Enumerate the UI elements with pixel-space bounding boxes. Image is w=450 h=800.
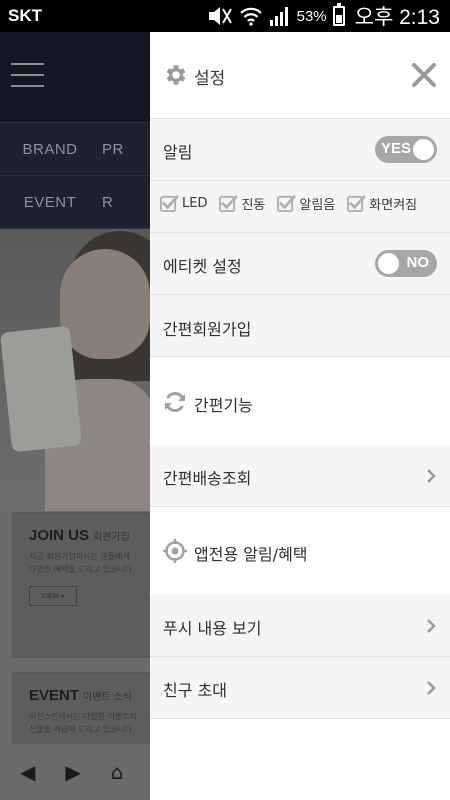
signup-row[interactable]: 간편회원가입 bbox=[150, 295, 450, 357]
delivery-row[interactable]: 간편배송조회 bbox=[150, 445, 450, 507]
nav-pr[interactable]: PR bbox=[100, 141, 150, 158]
etiquette-row: 에티켓 설정 NO bbox=[150, 233, 450, 295]
event-desc-2: 선물을 지급해 드리고 있습니다. bbox=[29, 725, 135, 734]
panel-header: 설정 bbox=[150, 32, 450, 119]
screen-on-checkbox[interactable]: 화면켜짐 bbox=[347, 194, 417, 213]
screen-on-label: 화면켜짐 bbox=[369, 198, 418, 213]
nav-brand[interactable]: BRAND bbox=[0, 141, 100, 158]
battery-percent: 53% bbox=[296, 7, 327, 25]
quick-features-label: 간편기능 bbox=[194, 396, 253, 415]
etiquette-toggle-text: NO bbox=[406, 254, 430, 271]
event-card[interactable]: EVENT 이벤트 소식 미친스킨에서는 다양한 이벤트와 선물을 지급해 드리고… bbox=[12, 672, 150, 752]
mute-icon bbox=[208, 7, 232, 25]
join-card[interactable]: JOIN US 회원가입 지금 회원가입하시는 분들에게 다양한 혜택을 드리고 … bbox=[12, 512, 150, 658]
join-subtitle: 회원가입 bbox=[93, 532, 130, 543]
bottom-nav: ◀ ▶ ⌂ bbox=[0, 744, 150, 800]
vibrate-checkbox[interactable]: 진동 bbox=[219, 194, 265, 213]
carrier-label: SKT bbox=[8, 6, 42, 25]
event-subtitle: 이벤트 소식 bbox=[83, 692, 132, 703]
join-desc-2: 다양한 혜택을 드리고 있습니다. bbox=[29, 565, 135, 574]
chevron-right-icon bbox=[427, 681, 436, 695]
app-alerts-label: 앱전용 알림/혜택 bbox=[194, 545, 308, 564]
settings-panel: 설정 알림 YES LED 진동 알림음 화면켜짐 에티켓 설정 NO 간편회원… bbox=[150, 32, 450, 800]
invite-label: 친구 초대 bbox=[163, 681, 227, 700]
event-title: EVENT bbox=[29, 687, 80, 704]
home-icon[interactable]: ⌂ bbox=[111, 760, 124, 784]
panel-title: 설정 bbox=[194, 69, 226, 89]
notification-toggle[interactable]: YES bbox=[375, 136, 437, 163]
gear-icon bbox=[166, 65, 186, 85]
chevron-right-icon bbox=[427, 469, 436, 483]
background-app: BRAND PR EVENT R JOIN US 회원가입 지금 회원가입하시는 … bbox=[0, 32, 150, 800]
app-alerts-header: 앱전용 알림/혜택 bbox=[150, 507, 450, 595]
notification-options-row: LED 진동 알림음 화면켜짐 bbox=[150, 181, 450, 233]
checkbox-checked-icon bbox=[277, 195, 296, 213]
forward-arrow-icon[interactable]: ▶ bbox=[65, 760, 80, 784]
nav-event[interactable]: EVENT bbox=[0, 194, 100, 211]
back-arrow-icon[interactable]: ◀ bbox=[20, 760, 35, 784]
checkbox-checked-icon bbox=[219, 195, 238, 213]
push-view-label: 푸시 내용 보기 bbox=[163, 619, 262, 638]
join-title: JOIN US bbox=[29, 527, 90, 544]
join-view-button[interactable]: VIEW ▸ bbox=[29, 586, 77, 606]
vibrate-label: 진동 bbox=[241, 198, 266, 213]
menu-icon[interactable] bbox=[11, 63, 44, 89]
etiquette-toggle[interactable]: NO bbox=[375, 250, 437, 277]
quick-features-header: 간편기능 bbox=[150, 357, 450, 445]
target-icon bbox=[163, 539, 187, 563]
checkbox-checked-icon bbox=[347, 195, 366, 213]
nav-r[interactable]: R bbox=[100, 194, 150, 211]
led-checkbox[interactable]: LED bbox=[160, 194, 207, 213]
delivery-label: 간편배송조회 bbox=[163, 469, 252, 488]
close-icon[interactable] bbox=[410, 61, 438, 89]
signup-label: 간편회원가입 bbox=[163, 320, 252, 339]
chevron-right-icon bbox=[427, 619, 436, 633]
led-label: LED bbox=[182, 196, 208, 211]
push-view-row[interactable]: 푸시 내용 보기 bbox=[150, 595, 450, 657]
event-desc-1: 미친스킨에서는 다양한 이벤트와 bbox=[29, 712, 138, 721]
hero-image bbox=[0, 229, 150, 511]
notification-toggle-text: YES bbox=[381, 140, 412, 157]
notification-label: 알림 bbox=[163, 143, 193, 162]
sound-checkbox[interactable]: 알림음 bbox=[277, 194, 335, 213]
sound-label: 알림음 bbox=[299, 198, 336, 213]
refresh-icon bbox=[165, 391, 185, 413]
join-desc-1: 지금 회원가입하시는 분들에게 bbox=[29, 552, 130, 561]
clock: 오후 2:13 bbox=[354, 6, 440, 29]
wifi-icon bbox=[239, 7, 262, 26]
etiquette-label: 에티켓 설정 bbox=[163, 257, 242, 276]
battery-icon bbox=[332, 3, 345, 26]
invite-row[interactable]: 친구 초대 bbox=[150, 657, 450, 719]
notification-row: 알림 YES bbox=[150, 119, 450, 181]
status-bar: SKT 53% 오후 2:13 bbox=[0, 0, 450, 32]
background-nav: BRAND PR EVENT R bbox=[0, 122, 150, 229]
signal-icon bbox=[269, 7, 288, 26]
checkbox-checked-icon bbox=[160, 195, 179, 213]
